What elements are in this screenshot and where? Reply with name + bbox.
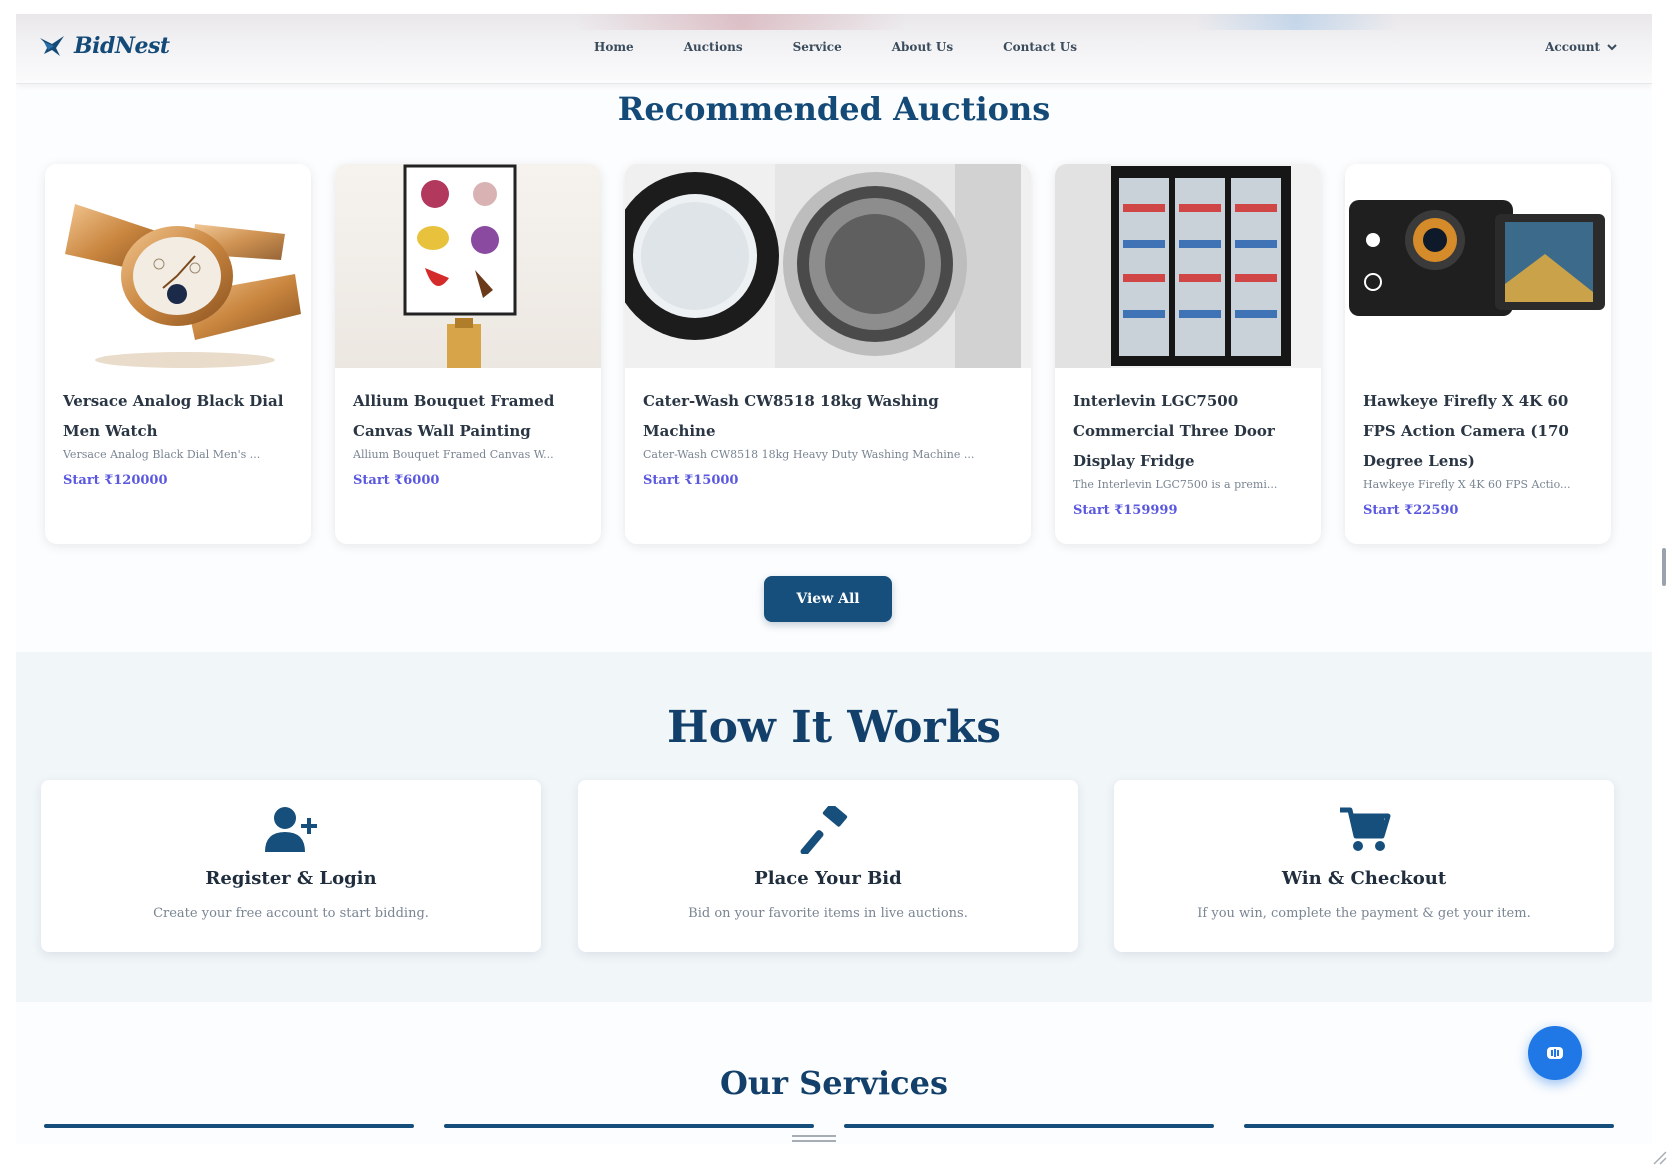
gavel-icon: [800, 806, 848, 854]
card-body: Cater-Wash CW8518 18kg Washing Machine C…: [643, 386, 1015, 488]
chat-bot-button[interactable]: [1528, 1026, 1582, 1080]
step-card-bid: Place Your Bid Bid on your favorite item…: [578, 780, 1078, 952]
auction-card[interactable]: Hawkeye Firefly X 4K 60 FPS Action Camer…: [1345, 164, 1611, 544]
step-description: Create your free account to start biddin…: [153, 906, 429, 921]
product-image-fridge: [1055, 164, 1321, 368]
brand-name: BidNest: [74, 33, 170, 59]
header-banner-tint: [576, 14, 906, 30]
step-description: Bid on your favorite items in live aucti…: [688, 906, 968, 921]
nav-link-about[interactable]: About Us: [892, 40, 953, 54]
card-price: Start ₹22590: [1363, 503, 1459, 518]
step-title: Win & Checkout: [1281, 868, 1447, 889]
header-banner-tint: [1196, 14, 1396, 30]
product-image-action-camera: [1345, 164, 1611, 334]
window-resize-grip-icon[interactable]: [1650, 1148, 1668, 1166]
card-body: Allium Bouquet Framed Canvas Wall Painti…: [353, 386, 585, 488]
card-title: Versace Analog Black Dial Men Watch: [63, 392, 284, 440]
service-card-top: [44, 1124, 414, 1128]
nav-link-service[interactable]: Service: [793, 40, 842, 54]
service-card-top: [444, 1124, 814, 1128]
nav-link-auctions[interactable]: Auctions: [684, 40, 743, 54]
nav-link-contact[interactable]: Contact Us: [1003, 40, 1077, 54]
step-description: If you win, complete the payment & get y…: [1197, 906, 1531, 921]
card-description: Allium Bouquet Framed Canvas W...: [353, 448, 554, 461]
product-image-watch: [45, 164, 311, 368]
auction-card[interactable]: Versace Analog Black Dial Men Watch Vers…: [45, 164, 311, 544]
chevron-down-icon: [1607, 44, 1617, 51]
service-card-top: [1244, 1124, 1614, 1128]
account-menu[interactable]: Account: [1545, 40, 1618, 54]
card-description: Hawkeye Firefly X 4K 60 FPS Actio...: [1363, 478, 1571, 491]
scrollbar-thumb[interactable]: [1662, 548, 1666, 586]
card-body: Versace Analog Black Dial Men Watch Vers…: [63, 386, 295, 488]
nav-links: Home Auctions Service About Us Contact U…: [594, 40, 1127, 54]
product-image-washing-machine: [625, 164, 1031, 368]
recommended-title: Recommended Auctions: [617, 90, 1051, 128]
card-price: Start ₹159999: [1073, 503, 1178, 518]
card-title: Interlevin LGC7500 Commercial Three Door…: [1073, 392, 1275, 470]
step-card-checkout: Win & Checkout If you win, complete the …: [1114, 780, 1614, 952]
card-body: Hawkeye Firefly X 4K 60 FPS Action Camer…: [1363, 386, 1595, 518]
how-it-works-title: How It Works: [667, 702, 1001, 753]
chat-bot-icon: [1547, 1047, 1563, 1059]
cart-icon: [1340, 807, 1391, 851]
card-price: Start ₹120000: [63, 473, 168, 488]
view-all-button[interactable]: View All: [764, 576, 892, 622]
auction-card[interactable]: Allium Bouquet Framed Canvas Wall Painti…: [335, 164, 601, 544]
service-card-top: [844, 1124, 1214, 1128]
user-plus-icon: [265, 807, 317, 852]
card-description: Versace Analog Black Dial Men's ...: [63, 448, 261, 461]
card-body: Interlevin LGC7500 Commercial Three Door…: [1073, 386, 1305, 518]
our-services-title: Our Services: [719, 1064, 949, 1102]
card-title: Cater-Wash CW8518 18kg Washing Machine: [643, 392, 939, 440]
card-description: The Interlevin LGC7500 is a premi...: [1073, 478, 1278, 491]
nav-link-home[interactable]: Home: [594, 40, 634, 54]
page-viewport: BidNest Home Auctions Service About Us C…: [16, 14, 1652, 1144]
product-image-painting: [335, 164, 601, 368]
step-title: Place Your Bid: [754, 868, 902, 889]
card-price: Start ₹15000: [643, 473, 739, 488]
auction-card[interactable]: Interlevin LGC7500 Commercial Three Door…: [1055, 164, 1321, 544]
bird-logo-icon: [40, 36, 64, 56]
resize-handle-icon[interactable]: [792, 1134, 836, 1144]
step-card-register: Register & Login Create your free accoun…: [41, 780, 541, 952]
step-title: Register & Login: [205, 868, 377, 889]
navbar: BidNest Home Auctions Service About Us C…: [16, 14, 1652, 84]
card-description: Cater-Wash CW8518 18kg Heavy Duty Washin…: [643, 448, 975, 461]
auction-card[interactable]: Cater-Wash CW8518 18kg Washing Machine C…: [625, 164, 1031, 544]
card-title: Hawkeye Firefly X 4K 60 FPS Action Camer…: [1363, 392, 1569, 470]
card-title: Allium Bouquet Framed Canvas Wall Painti…: [353, 392, 555, 440]
card-price: Start ₹6000: [353, 473, 440, 488]
account-label: Account: [1545, 40, 1600, 54]
brand-logo[interactable]: BidNest: [38, 32, 170, 60]
